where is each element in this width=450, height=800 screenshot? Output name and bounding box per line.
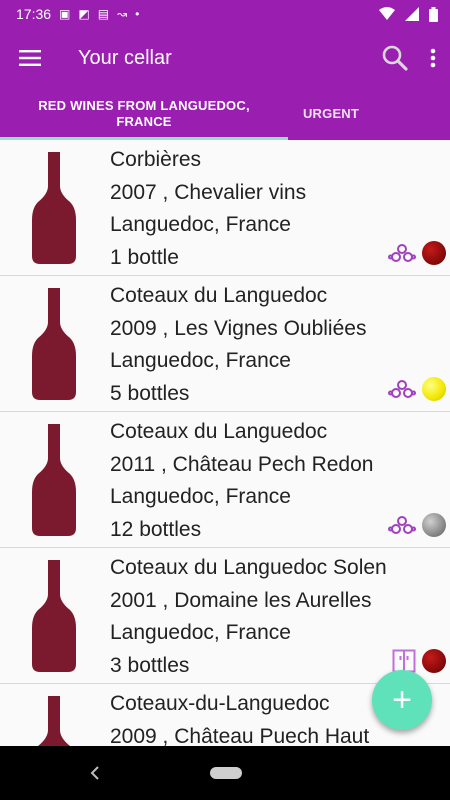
status-time: 17:36 [16,6,52,22]
wine-year-producer: 2011 , Château Pech Redon [110,452,374,476]
app-notification-icon: ◩ [78,7,90,21]
wine-list-item[interactable]: Coteaux du Languedoc 2009 , Les Vignes O… [0,276,450,412]
wine-name: Coteaux du Languedoc [110,284,328,307]
system-nav-bar [0,746,450,800]
wine-bottle-icon [32,288,76,400]
search-icon[interactable] [382,45,408,71]
wifi-icon [379,7,395,20]
bottles-rack-icon [388,244,416,262]
status-dot [422,513,446,537]
wine-bottle-count: 5 bottles [110,381,190,405]
battery-icon [429,6,438,22]
hamburger-icon[interactable] [0,50,60,66]
wine-list-item[interactable]: Coteaux du Languedoc 2011 , Château Pech… [0,412,450,548]
wine-bottle-count: 1 bottle [110,245,179,269]
bottles-rack-icon [388,516,416,534]
wine-name: Corbières [110,148,202,171]
page-title: Your cellar [78,46,172,69]
back-icon[interactable] [90,766,100,780]
wine-list-item[interactable]: Corbières 2007 , Chevalier vins Languedo… [0,140,450,276]
more-vert-icon[interactable] [430,48,436,68]
wine-region: Languedoc, France [110,621,291,644]
tab-red-wines-languedoc[interactable]: RED WINES FROM LANGUEDOC, FRANCE [0,88,288,140]
wine-region: Languedoc, France [110,213,291,236]
wine-list-item[interactable]: Coteaux du Languedoc Solen 2001 , Domain… [0,548,450,684]
dot-icon: • [135,7,140,21]
sim-icon: ▤ [97,7,110,21]
wine-region: Languedoc, France [110,349,291,372]
wine-name: Coteaux-du-Languedoc [110,692,330,715]
photo-icon: ▣ [59,7,71,21]
status-dot [422,377,446,401]
bottles-rack-icon [388,380,416,398]
status-dot [422,241,446,265]
signal-icon [405,7,419,21]
wine-bottle-icon [32,152,76,264]
wine-year-producer: 2009 , Les Vignes Oubliées [110,316,367,340]
missed-call-icon: ↝ [117,7,128,21]
add-wine-button[interactable]: + [372,670,432,730]
wine-name: Coteaux du Languedoc [110,420,328,443]
wine-year-producer: 2007 , Chevalier vins [110,180,307,204]
wine-list: Corbières 2007 , Chevalier vins Languedo… [0,140,450,746]
wine-name: Coteaux du Languedoc Solen [110,556,387,579]
wine-bottle-icon [38,696,70,746]
tab-urgent[interactable]: URGENT [288,88,374,140]
tab-label-line2: FRANCE [116,114,172,129]
wine-year-producer: 2009 , Château Puech Haut [110,724,370,747]
wine-bottle-icon [32,560,76,672]
tab-bar: RED WINES FROM LANGUEDOC, FRANCE URGENT [0,88,450,140]
tab-label: URGENT [302,106,360,121]
wine-year-producer: 2001 , Domaine les Aurelles [110,588,372,612]
home-pill[interactable] [210,767,242,779]
wine-bottle-count: 3 bottles [110,653,190,677]
status-bar: 17:36 ▣ ◩ ▤ ↝ • [0,0,450,28]
wine-bottle-count: 12 bottles [110,517,202,541]
add-icon: + [392,680,412,719]
app-bar: Your cellar [0,28,450,88]
wine-region: Languedoc, France [110,485,291,508]
tab-label-line1: RED WINES FROM LANGUEDOC, [38,98,250,113]
wine-bottle-icon [32,424,76,536]
status-dot [422,649,446,673]
